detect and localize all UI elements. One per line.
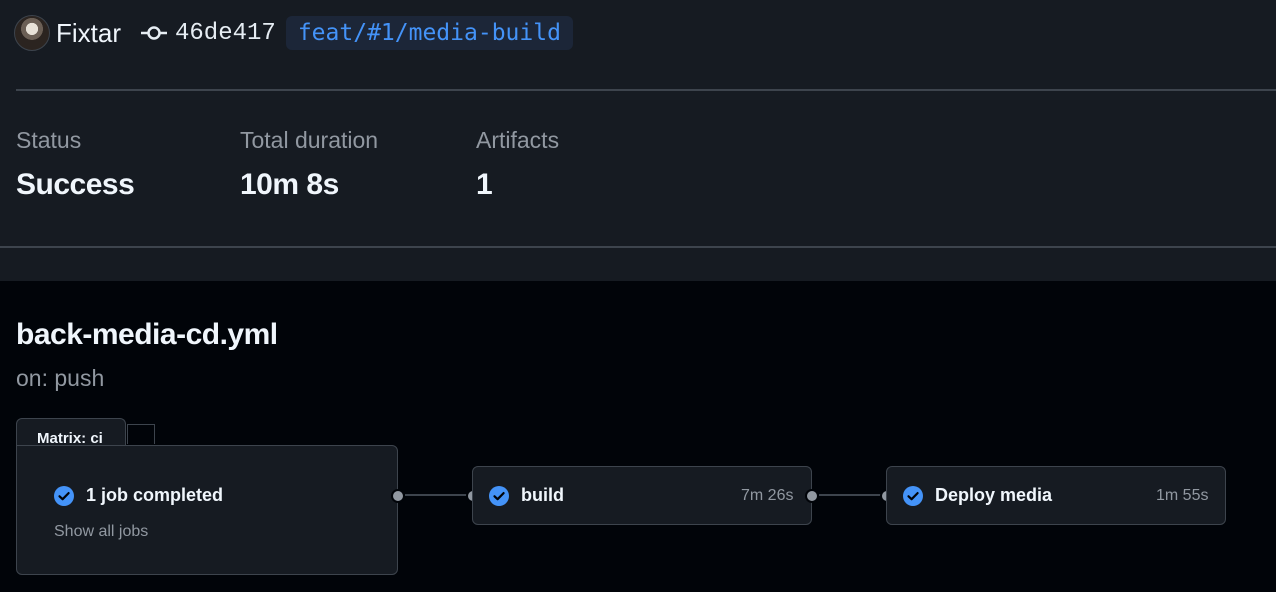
status-value: Success (16, 168, 135, 201)
check-circle-fill-icon (54, 486, 74, 506)
show-all-jobs-link[interactable]: Show all jobs (54, 523, 148, 541)
stat-label: Status (16, 127, 82, 153)
check-circle-fill-icon (903, 486, 923, 506)
commit-sha-link[interactable]: 46de417 (175, 20, 276, 47)
stat-label: Artifacts (476, 127, 560, 153)
job-name[interactable]: build (521, 485, 564, 506)
artifacts-stat: Artifacts 1 (476, 127, 559, 202)
status-stat: Status Success (16, 127, 135, 202)
connector-port (805, 489, 819, 503)
actor-name[interactable]: Fixtar (56, 18, 121, 49)
matrix-summary[interactable]: 1 job completed (86, 485, 223, 506)
divider (0, 246, 1276, 248)
job-connector (819, 494, 881, 496)
divider (16, 89, 1276, 91)
workflow-trigger: on: push (16, 365, 105, 391)
stat-label: Total duration (240, 127, 379, 153)
connector-port (391, 489, 405, 503)
run-header: Fixtar 46de417 feat/#1/media-build (14, 14, 573, 52)
job-connector (405, 494, 467, 496)
check-circle-fill-icon (489, 486, 509, 506)
job-duration: 7m 26s (741, 487, 794, 504)
workflow-file-title: back-media-cd.yml (16, 318, 278, 351)
job-name[interactable]: Deploy media (935, 485, 1052, 506)
branch-label[interactable]: feat/#1/media-build (285, 16, 573, 50)
git-commit-icon (141, 26, 167, 40)
job-duration: 1m 55s (1156, 487, 1209, 504)
run-summary-panel: Fixtar 46de417 feat/#1/media-build Statu… (0, 0, 1276, 281)
duration-stat: Total duration 10m 8s (240, 127, 378, 202)
matrix-tab: Matrix: ci (16, 418, 126, 448)
avatar[interactable] (14, 15, 50, 51)
matrix-tab-notch (127, 424, 155, 444)
matrix-group (16, 445, 398, 575)
artifacts-value[interactable]: 1 (476, 168, 559, 202)
duration-value: 10m 8s (240, 168, 339, 201)
